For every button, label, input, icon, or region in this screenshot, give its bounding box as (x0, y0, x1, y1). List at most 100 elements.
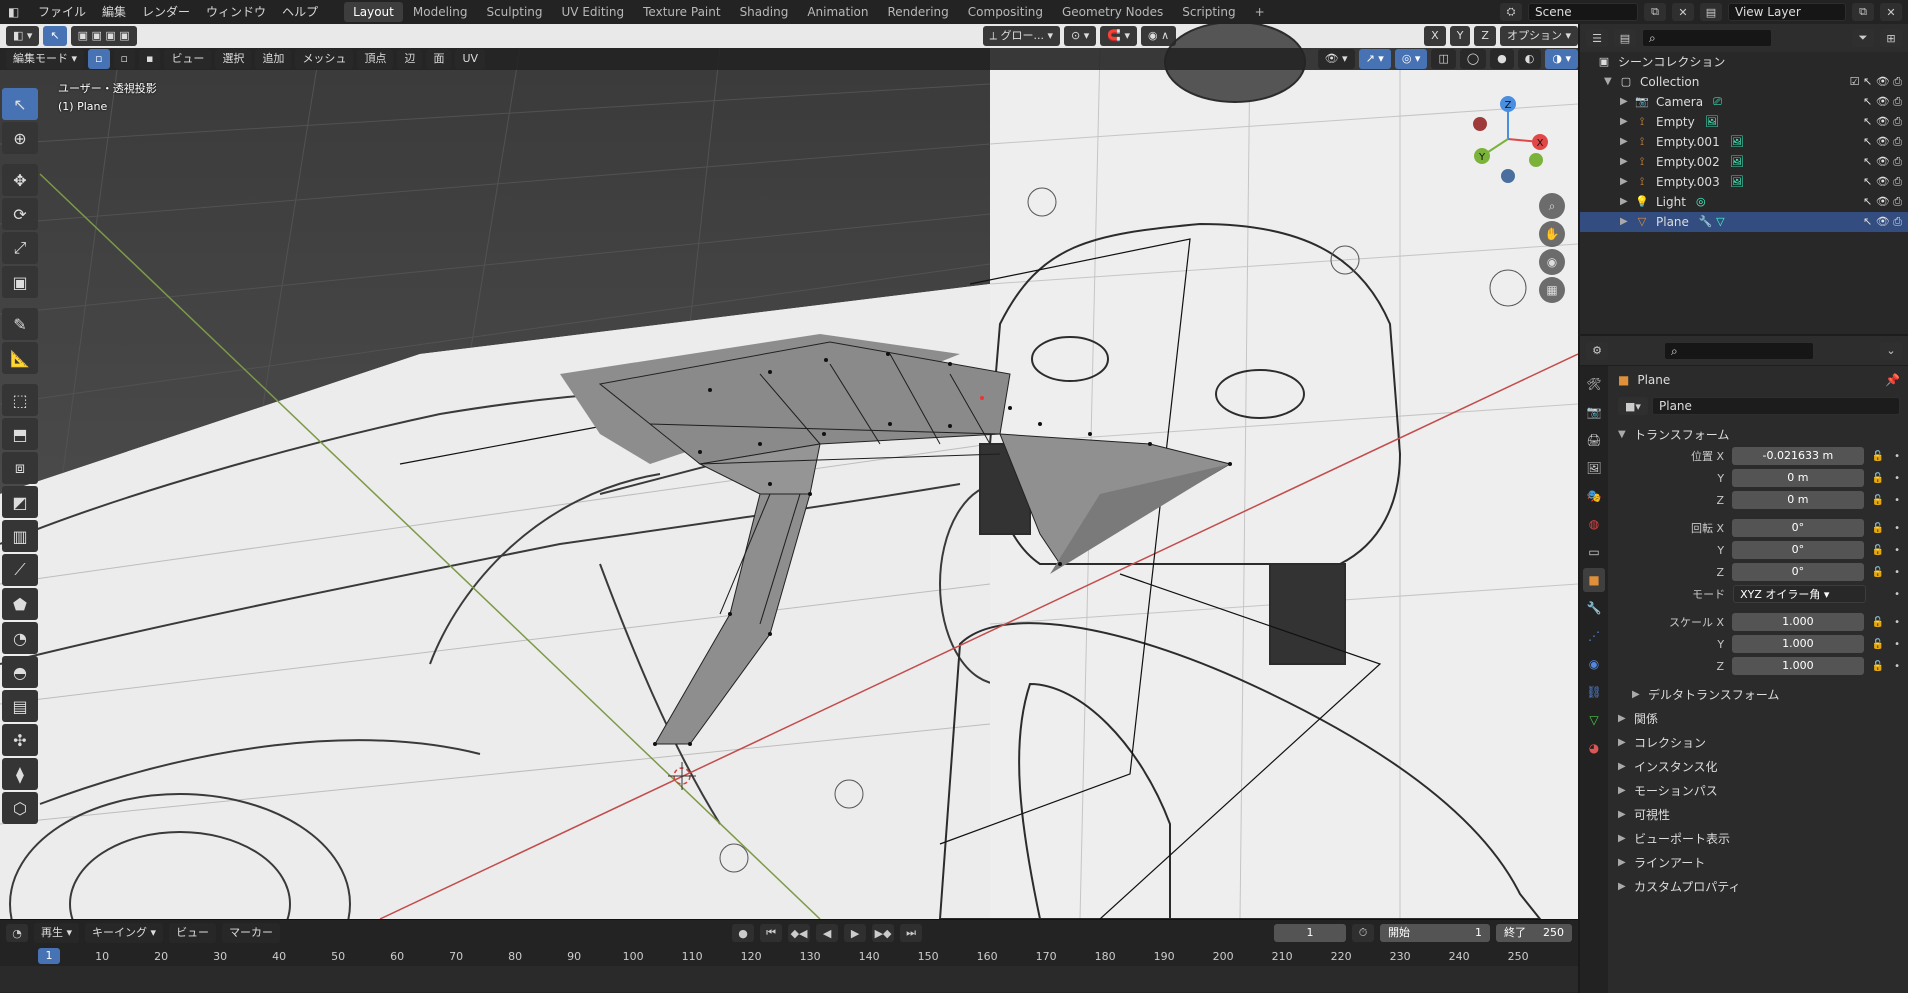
delete-view-layer-icon[interactable]: ✕ (1880, 3, 1902, 21)
menu-add[interactable]: 追加 (255, 49, 292, 69)
select-tool-button[interactable]: ↖ (43, 26, 67, 46)
pan-icon[interactable]: ✋ (1545, 227, 1560, 241)
property-section[interactable]: ▶ ラインアート (1618, 850, 1900, 874)
data-tab-icon[interactable]: ▽ (1583, 708, 1605, 732)
keyframe-dot-icon[interactable]: • (1894, 639, 1900, 650)
delete-scene-icon[interactable]: ✕ (1672, 3, 1694, 21)
add-workspace-icon[interactable]: + (1246, 2, 1274, 22)
rendered-shading[interactable]: ◑ ▾ (1545, 49, 1578, 69)
vertex-select-toggle[interactable]: ▫ (88, 49, 110, 69)
menu-vertex[interactable]: 頂点 (357, 49, 394, 69)
expand-icon[interactable]: ▶ (1620, 212, 1634, 232)
menu-playback[interactable]: 再生 ▾ (34, 923, 80, 943)
property-section[interactable]: ▶ モーションパス (1618, 778, 1900, 802)
constraints-tab-icon[interactable]: ⛓ (1583, 680, 1605, 704)
expand-icon[interactable]: ▶ (1618, 761, 1634, 772)
delta-transform-section[interactable]: ▶ デルタトランスフォーム (1618, 682, 1900, 706)
particles-tab-icon[interactable]: ⋰ (1583, 624, 1605, 648)
expand-icon[interactable]: ▶ (1618, 785, 1634, 796)
move-tool[interactable]: ✥ (2, 164, 38, 196)
smooth-tool[interactable]: ◓ (2, 656, 38, 688)
expand-icon[interactable]: ▶ (1618, 857, 1634, 868)
current-frame-marker[interactable]: 1 (38, 948, 60, 964)
timeline-ruler[interactable]: 1 10 20 30 40 50 60 70 80 90 100 110 120 130 140 150 160… (0, 948, 1578, 966)
material-shading[interactable]: ◐ (1517, 49, 1542, 69)
menu-marker[interactable]: マーカー (222, 923, 281, 943)
expand-icon[interactable]: ▶ (1618, 737, 1634, 748)
jump-start-icon[interactable]: ⏮ (760, 924, 783, 942)
knife-tool[interactable]: ⟋ (2, 554, 38, 586)
scene-tab-icon[interactable]: 🎭 (1583, 484, 1605, 508)
view-layer-icon[interactable]: ▤ (1700, 3, 1722, 21)
collection-row[interactable]: ▼ ▢ Collection ☑ ↖ 👁 ⎙ (1580, 72, 1908, 92)
lock-icon[interactable]: 🔓 (1872, 495, 1884, 506)
keyframe-dot-icon[interactable]: • (1894, 523, 1900, 534)
scene-field[interactable]: Scene (1528, 3, 1638, 21)
editor-type-button[interactable]: ◧ ▾ (6, 26, 40, 46)
new-collection-icon[interactable]: ⊞ (1880, 29, 1902, 47)
lock-icon[interactable]: 🔓 (1872, 617, 1884, 628)
expand-icon[interactable]: ▶ (1620, 172, 1634, 192)
rip-tool[interactable]: ⬡ (2, 792, 38, 824)
property-section[interactable]: ▶ カスタムプロパティ (1618, 874, 1900, 898)
location-y-field[interactable]: 0 m (1732, 469, 1864, 487)
shrink-fatten-tool[interactable]: ✣ (2, 724, 38, 756)
scale-x-field[interactable]: 1.000 (1732, 613, 1864, 631)
snap-toggle[interactable]: 🧲 ▾ (1100, 26, 1137, 46)
tab-shading[interactable]: Shading (731, 2, 798, 22)
object-visibility-controls[interactable]: ↖ 👁 ⎙ (1863, 152, 1902, 172)
expand-icon[interactable]: ▶ (1618, 713, 1634, 724)
end-frame-field[interactable]: 終了 250 (1496, 924, 1572, 942)
transform-expand-icon[interactable]: ▼ (1618, 429, 1634, 440)
gizmo-toggle[interactable]: ↗ ▾ (1358, 49, 1391, 69)
tab-rendering[interactable]: Rendering (879, 2, 958, 22)
outliner-search-input[interactable]: ⌕ (1642, 29, 1772, 47)
rotation-x-field[interactable]: 0° (1732, 519, 1864, 537)
property-section[interactable]: ▶ 可視性 (1618, 802, 1900, 826)
tab-layout[interactable]: Layout (344, 2, 403, 22)
menu-render[interactable]: レンダー (134, 0, 198, 24)
menu-face[interactable]: 面 (426, 49, 452, 69)
mirror-axis-x[interactable]: X (1424, 26, 1446, 46)
bevel-tool[interactable]: ◩ (2, 486, 38, 518)
rotate-tool[interactable]: ⟳ (2, 198, 38, 230)
tab-animation[interactable]: Animation (798, 2, 877, 22)
play-reverse-icon[interactable]: ◀ (816, 924, 839, 942)
spin-tool[interactable]: ◔ (2, 622, 38, 654)
menu-window[interactable]: ウィンドウ (198, 0, 274, 24)
poly-build-tool[interactable]: ⬟ (2, 588, 38, 620)
rotation-y-field[interactable]: 0° (1732, 541, 1864, 559)
inset-tool[interactable]: ⧈ (2, 452, 38, 484)
outliner-row-empty[interactable]: ▶ ⟟ Empty 🖼 ↖ 👁 ⎙ (1580, 112, 1908, 132)
keyframe-dot-icon[interactable]: • (1894, 473, 1900, 484)
datablock-name-input[interactable]: Plane (1652, 397, 1900, 415)
expand-icon[interactable]: ▶ (1620, 132, 1634, 152)
camera-view-icon[interactable]: ◉ (1547, 255, 1557, 269)
scene-collection-row[interactable]: ▣ シーンコレクション (1580, 52, 1908, 72)
outliner-row-empty-002[interactable]: ▶ ⟟ Empty.002 🖼 ↖ 👁 ⎙ (1580, 152, 1908, 172)
keyframe-dot-icon[interactable]: • (1894, 545, 1900, 556)
scale-tool[interactable]: ⤢ (2, 232, 38, 264)
transform-section[interactable]: ▼ トランスフォーム (1618, 422, 1900, 446)
datablock-browse-icon[interactable]: ■▾ (1618, 397, 1648, 415)
lock-icon[interactable]: 🔓 (1872, 545, 1884, 556)
edge-slide-tool[interactable]: ▤ (2, 690, 38, 722)
visibility-toggle[interactable]: 👁 ▾ (1317, 49, 1355, 69)
menu-edge[interactable]: 辺 (397, 49, 423, 69)
expand-icon[interactable]: ▶ (1632, 689, 1648, 700)
location-z-field[interactable]: 0 m (1732, 491, 1864, 509)
transform-orientation-dropdown[interactable]: ⟂ グロー... ▾ (982, 26, 1061, 46)
shear-tool[interactable]: ⧫ (2, 758, 38, 790)
outliner-row-camera[interactable]: ▶ 📷 Camera ⎚ ↖ 👁 ⎙ (1580, 92, 1908, 112)
menu-keying[interactable]: キーイング ▾ (85, 923, 164, 943)
lock-icon[interactable]: 🔓 (1872, 473, 1884, 484)
lock-icon[interactable]: 🔓 (1872, 523, 1884, 534)
property-section[interactable]: ▶ コレクション (1618, 730, 1900, 754)
output-tab-icon[interactable]: 🖨 (1583, 428, 1605, 452)
jump-end-icon[interactable]: ⏭ (900, 924, 923, 942)
view-layer-tab-icon[interactable]: 🖼 (1583, 456, 1605, 480)
outliner-row-empty-001[interactable]: ▶ ⟟ Empty.001 🖼 ↖ 👁 ⎙ (1580, 132, 1908, 152)
pivot-point-dropdown[interactable]: ⊙ ▾ (1064, 26, 1097, 46)
outliner-row-empty-003[interactable]: ▶ ⟟ Empty.003 🖼 ↖ 👁 ⎙ (1580, 172, 1908, 192)
expand-icon[interactable]: ▶ (1620, 192, 1634, 212)
